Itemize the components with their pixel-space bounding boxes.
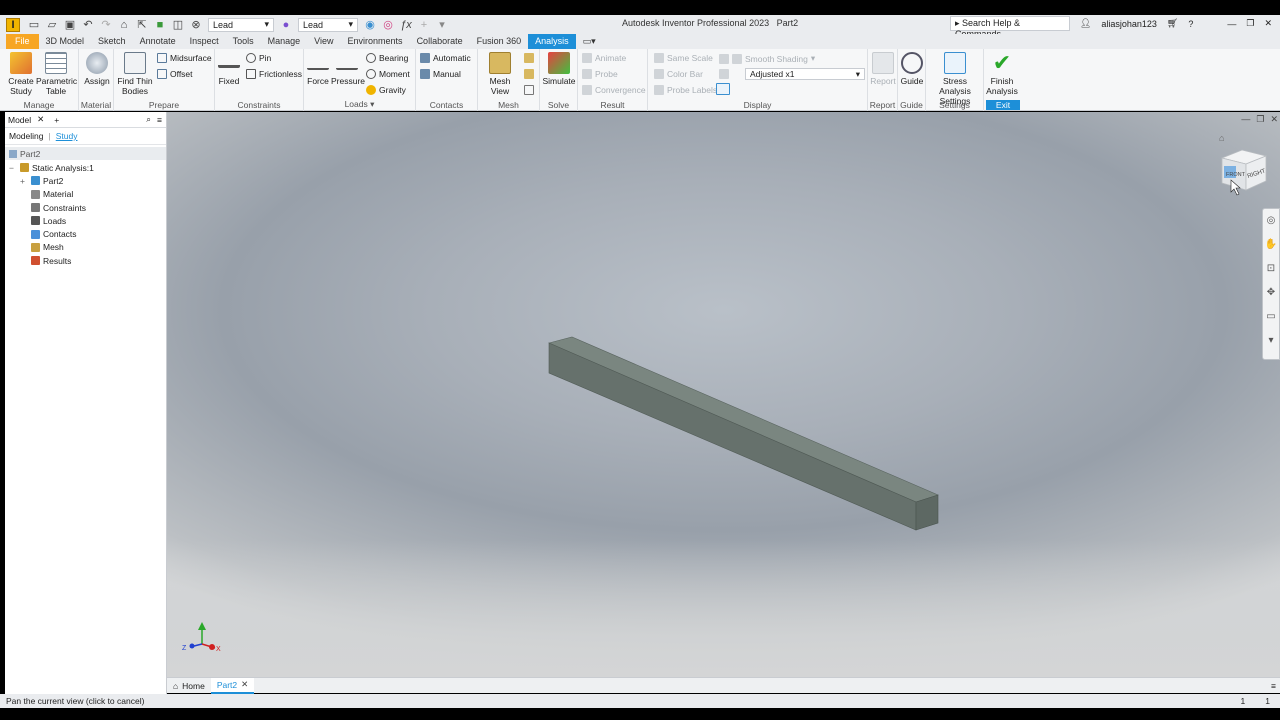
home-tab[interactable]: ⌂ Home [167,678,211,694]
part2-tab-label: Part2 [216,679,238,690]
status-count-2: 1 [1265,696,1270,706]
orbit-icon[interactable]: ✥ [1263,281,1279,305]
status-count-1: 1 [1240,696,1246,706]
status-message: Pan the current view (click to cancel) [6,696,145,706]
part2-tab[interactable]: Part2 ✕ [210,677,255,694]
z-axis-tip [189,643,195,649]
home-icon: ⌂ [173,680,179,691]
axis-triad: X Z [182,622,221,653]
beam-model[interactable] [548,336,939,531]
navigation-bar: ◎ ✋ ⊡ ✥ ▭ ▾ [1262,208,1280,360]
tabs-menu-icon[interactable]: ≡ [1271,681,1276,691]
letterbox-bottom [0,708,1280,720]
zoom-icon[interactable]: ⊡ [1263,257,1279,281]
steering-wheel-icon[interactable]: ◎ [1263,209,1279,233]
look-at-icon[interactable]: ▭ [1263,305,1279,329]
viewport-graphics: X Z ⌂ FRONT RIGHT [182,133,1268,653]
document-tabs: ⌂ Home Part2 ✕ ≡ [167,677,1280,694]
status-bar: Pan the current view (click to cancel) 1… [0,694,1280,708]
beam-front-face [548,342,917,531]
x-axis-tip [209,644,215,650]
z-axis-label: Z [182,645,187,652]
viewcube-front-label: FRONT [1226,172,1246,178]
minimize-icon[interactable]: — [1241,114,1250,125]
x-axis-label: X [216,646,221,653]
home-tab-label: Home [182,680,205,691]
y-axis-arrow [198,622,206,630]
inventor-window: I ▭ ▱ ▣ ↶ ↷ ⌂ ⇱ ■ ◫ ⊗ Lead ▾ ● Lead ▾ ◉ ◎ … [0,0,1280,720]
viewport-window-controls: — ❐ ✕ [1241,114,1278,125]
customize-icon[interactable]: ▾ [1263,329,1279,353]
restore-icon[interactable]: ❐ [1256,114,1264,125]
home-view-icon[interactable]: ⌂ [1219,133,1224,143]
pan-icon[interactable]: ✋ [1263,233,1279,257]
close-icon[interactable]: ✕ [1270,114,1278,125]
beam-top-face [548,336,939,503]
close-icon[interactable]: ✕ [241,679,248,690]
viewcube[interactable]: ⌂ FRONT RIGHT [1219,133,1268,196]
